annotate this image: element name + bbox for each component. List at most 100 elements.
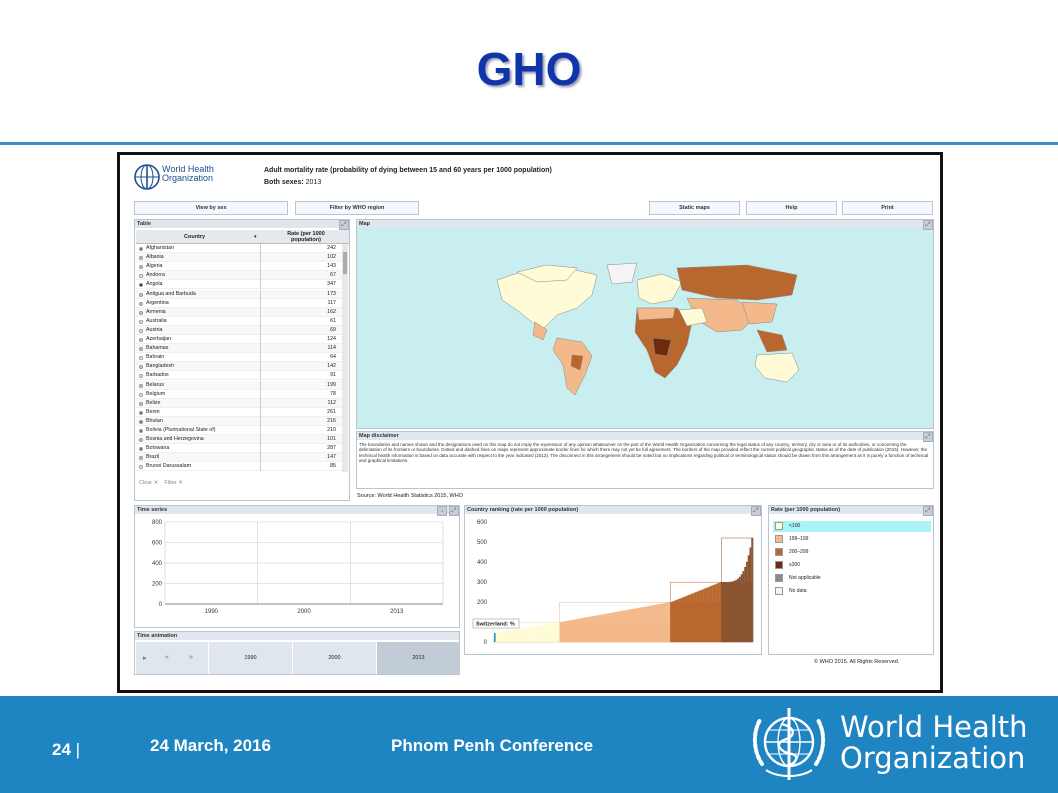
table-row[interactable]: Argentina 117 [136, 298, 342, 308]
ranking-bar [686, 595, 689, 642]
help-button[interactable]: Help [746, 201, 837, 215]
ranking-bar [742, 571, 745, 642]
country-rate: 147 [327, 454, 336, 461]
table-row[interactable]: Azerbaijan 124 [136, 335, 342, 345]
table-row[interactable]: Belize 112 [136, 398, 342, 408]
table-row[interactable]: Australia 61 [136, 316, 342, 326]
expand-icon[interactable]: ⤢ [923, 220, 933, 230]
column-divider [260, 435, 261, 445]
expand-icon[interactable]: ⤢ [449, 506, 459, 516]
ranking-bar [651, 605, 653, 642]
legend-label: No data [789, 588, 807, 594]
ranking-bar [610, 612, 613, 642]
country-name: Armenia [146, 308, 166, 315]
table-row[interactable]: Bolivia (Plurinational State of) 210 [136, 426, 342, 436]
table-row[interactable]: Albania 102 [136, 253, 342, 263]
column-divider [260, 426, 261, 435]
ranking-bar [724, 581, 727, 642]
country-rate: 173 [327, 290, 336, 297]
ranking-bar [524, 627, 527, 642]
y-tick-label: 300 [477, 580, 488, 586]
filter-button[interactable]: Filter ✕ [164, 480, 182, 486]
expand-icon[interactable]: ⤢ [923, 432, 933, 442]
ranking-bar [619, 611, 622, 642]
scroll-thumb[interactable] [343, 252, 347, 274]
legend-swatch [775, 548, 783, 556]
table-row[interactable]: Belgium 78 [136, 389, 342, 399]
legend-swatch [775, 587, 783, 595]
rate-dot-icon [139, 338, 143, 342]
expand-icon[interactable]: ⤢ [751, 506, 761, 516]
ranking-bar [672, 601, 675, 642]
expand-icon[interactable]: ⤢ [339, 220, 349, 230]
ranking-bar [496, 632, 499, 642]
world-map-icon[interactable] [487, 260, 807, 400]
column-divider [260, 316, 261, 326]
table-row[interactable]: Brazil 147 [136, 453, 342, 463]
rate-dot-icon [139, 429, 143, 433]
table-row[interactable]: Armenia 162 [136, 307, 342, 317]
table-row[interactable]: Austria 69 [136, 325, 342, 335]
column-divider [260, 353, 261, 363]
y-tick-label: 200 [477, 600, 488, 606]
y-tick-label: 600 [152, 541, 163, 547]
rate-dot-icon [139, 310, 143, 315]
table-row[interactable]: Bahamas 114 [136, 344, 342, 354]
rate-dot-icon [139, 374, 143, 379]
anim-year-2013-selected[interactable]: 2013 [376, 642, 460, 674]
rewind-icon[interactable]: « [165, 654, 169, 661]
table-row[interactable]: Belarus 199 [136, 380, 342, 390]
table-row[interactable]: Barbados 91 [136, 371, 342, 381]
ranking-bar [707, 587, 710, 642]
table-row[interactable]: Antigua and Barbuda 173 [136, 289, 342, 299]
map-panel: Map ⤢ [356, 219, 934, 429]
clear-button[interactable]: Clear ✕ [139, 480, 158, 486]
table-row[interactable]: Benin 261 [136, 407, 342, 417]
ranking-bar [735, 579, 738, 642]
anim-year-2000[interactable]: 2000 [292, 642, 376, 674]
ranking-bar [587, 616, 590, 642]
anim-year-1990[interactable]: 1990 [208, 642, 292, 674]
ranking-bar [542, 624, 545, 642]
country-rate: 101 [327, 436, 336, 443]
column-divider [260, 307, 261, 317]
country-rate: 69 [330, 326, 336, 333]
column-country[interactable]: Country [184, 234, 205, 240]
expand-icon[interactable]: ⤢ [923, 506, 933, 516]
table-row[interactable]: Bosnia and Herzegovina 101 [136, 435, 342, 445]
country-ranking-title: Country ranking (rate per 1000 populatio… [465, 506, 761, 514]
play-icon[interactable]: ▸ [143, 654, 147, 662]
sort-chevron-icon[interactable]: ▾ [254, 234, 257, 240]
forward-icon[interactable]: » [189, 654, 193, 661]
country-name: Bahamas [146, 345, 169, 352]
filter-region-button[interactable]: Filter by WHO region [295, 201, 419, 215]
static-maps-button[interactable]: Static maps [649, 201, 740, 215]
table-row[interactable]: Bahrain 64 [136, 353, 342, 363]
column-rate[interactable]: Rate (per 1000 population) [276, 231, 336, 243]
country-name: Austria [146, 326, 163, 333]
table-row[interactable]: Bhutan 216 [136, 416, 342, 426]
ranking-bar [615, 611, 618, 642]
table-row[interactable]: Andorra 67 [136, 271, 342, 281]
print-button[interactable]: Print [842, 201, 933, 215]
table-row[interactable]: Bulgaria 137 [136, 471, 342, 473]
table-row[interactable]: Algeria 143 [136, 262, 342, 272]
table-scrollbar[interactable] [342, 244, 348, 472]
ranking-bar [682, 597, 685, 642]
ranking-bar [726, 581, 729, 642]
country-rate: 102 [327, 254, 336, 261]
country-rate: 210 [327, 427, 336, 433]
column-divider [260, 389, 261, 399]
table-row[interactable]: Bangladesh 142 [136, 362, 342, 372]
country-name: Bosnia and Herzegovina [146, 436, 204, 443]
view-by-sex-button[interactable]: View by sex [134, 201, 288, 215]
y-tick-label: 400 [152, 561, 163, 567]
table-row[interactable]: Botswana 287 [136, 444, 342, 454]
time-series-title: Time series [135, 506, 459, 514]
table-row[interactable]: Afghanistan 242 [136, 244, 342, 254]
country-name: Bulgaria [146, 472, 165, 473]
download-icon[interactable]: ↓ [437, 506, 447, 516]
table-row[interactable]: Brunei Darussalam 85 [136, 462, 342, 472]
country-name: Bolivia (Plurinational State of) [146, 427, 216, 433]
table-row[interactable]: Angola 347 [136, 280, 342, 290]
